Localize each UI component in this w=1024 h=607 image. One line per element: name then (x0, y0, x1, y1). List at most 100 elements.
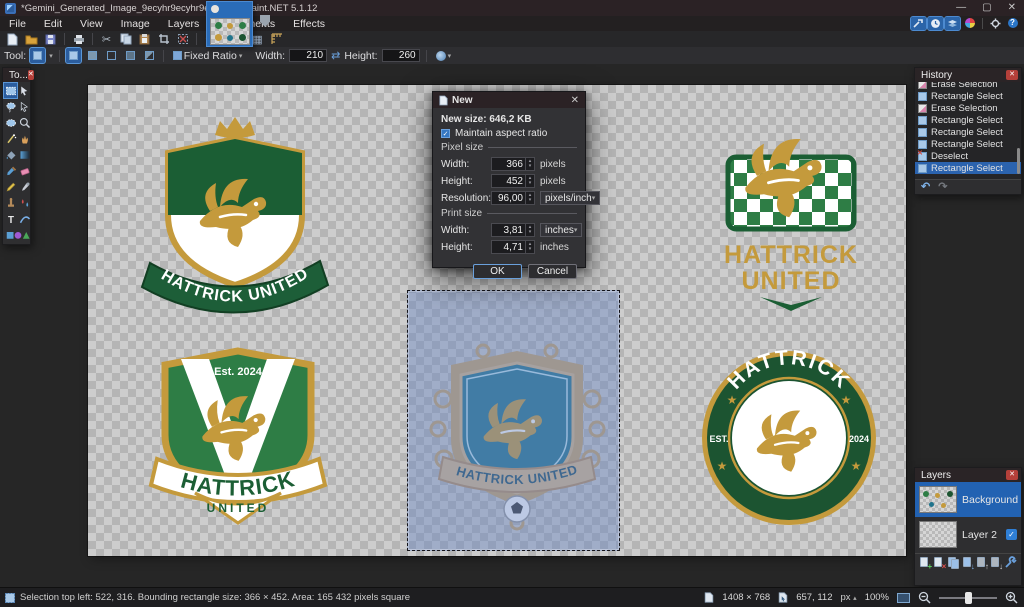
tool-dropdown-caret[interactable]: ▾ (49, 52, 53, 60)
menu-effects[interactable]: Effects (284, 17, 334, 31)
history-item[interactable]: Rectangle Select (915, 114, 1021, 126)
image-tab[interactable] (206, 1, 253, 47)
tools-panel-close-button[interactable]: ✕ (28, 70, 34, 80)
history-panel-header[interactable]: History ✕ (915, 68, 1021, 82)
history-scrollbar[interactable] (1017, 148, 1020, 174)
antialiasing-selector[interactable]: ▾ (433, 48, 455, 63)
history-item[interactable]: Erase Selection (915, 82, 1021, 90)
spinner-arrows[interactable]: ▴▾ (525, 241, 534, 253)
menu-file[interactable]: File (0, 17, 35, 31)
copy-button[interactable] (118, 32, 133, 46)
zoom-out-icon[interactable] (918, 591, 931, 604)
print-width-input[interactable]: 3,81▴▾ (491, 223, 535, 237)
print-height-input[interactable]: 4,71▴▾ (491, 240, 535, 254)
layer-row-background[interactable]: Background ✓ (915, 482, 1021, 517)
history-panel-toggle[interactable] (928, 17, 943, 30)
tool-shapes[interactable] (4, 227, 31, 242)
print-width-unit-dropdown[interactable]: inches▾ (540, 223, 582, 237)
duplicate-layer-button[interactable] (947, 556, 958, 569)
spinner-arrows[interactable]: ▴▾ (525, 192, 534, 204)
tool-color-picker[interactable] (18, 179, 31, 194)
delete-layer-button[interactable]: × (933, 556, 944, 569)
layers-panel-header[interactable]: Layers ✕ (915, 468, 1021, 482)
cancel-button[interactable]: Cancel (528, 264, 577, 279)
tool-recolor[interactable] (18, 195, 31, 210)
tool-pencil[interactable] (4, 179, 17, 194)
merge-layer-down-button[interactable]: ↓ (962, 556, 973, 569)
tool-clone-stamp[interactable] (4, 195, 17, 210)
selection-mode-add[interactable] (85, 48, 100, 63)
swap-dimensions-icon[interactable]: ⇄ (331, 49, 340, 62)
tool-eraser[interactable] (18, 163, 31, 178)
open-file-button[interactable] (24, 32, 39, 46)
move-layer-down-button[interactable]: ↓ (990, 556, 1001, 569)
dialog-close-button[interactable]: ✕ (571, 95, 579, 106)
print-button[interactable] (71, 32, 86, 46)
pixel-width-input[interactable]: 366▴▾ (491, 157, 535, 171)
units-dropdown[interactable]: px ▴ (840, 592, 856, 603)
history-panel-close-button[interactable]: ✕ (1006, 70, 1018, 80)
tool-move-selection[interactable] (18, 99, 31, 114)
history-item[interactable]: Rectangle Select (915, 90, 1021, 102)
selection-mode-intersect[interactable] (123, 48, 138, 63)
active-tool-button[interactable] (30, 48, 45, 63)
history-undo-button[interactable]: ↶ (921, 180, 930, 193)
settings-button[interactable] (988, 17, 1003, 30)
image-tab-close-icon[interactable] (211, 5, 219, 13)
ratio-height-input[interactable]: 260 (382, 49, 420, 62)
add-layer-button[interactable]: + (919, 556, 930, 569)
minimize-button[interactable]: — (956, 1, 966, 15)
zoom-slider-thumb[interactable] (965, 592, 972, 604)
colors-panel-toggle[interactable] (962, 17, 977, 30)
selection-mode-replace[interactable] (66, 48, 81, 63)
history-redo-button[interactable]: ↷ (938, 180, 947, 193)
tool-zoom[interactable] (18, 115, 31, 130)
layer-visibility-checkbox[interactable]: ✓ (1006, 529, 1017, 540)
maintain-aspect-checkbox[interactable]: ✓ (441, 129, 450, 138)
layer-row-layer2[interactable]: Layer 2 ✓ (915, 517, 1021, 552)
tool-lasso-select[interactable] (4, 99, 17, 114)
menu-layers[interactable]: Layers (159, 17, 209, 31)
tools-panel-toggle[interactable] (911, 17, 926, 30)
tool-gradient[interactable] (18, 147, 31, 162)
selection-mode-subtract[interactable] (104, 48, 119, 63)
tool-magic-wand[interactable] (4, 131, 17, 146)
selection-mode-invert[interactable] (142, 48, 157, 63)
resolution-input[interactable]: 96,00▴▾ (491, 191, 535, 205)
tool-paint-bucket[interactable] (4, 147, 17, 162)
tools-panel-header[interactable]: To... ✕ (3, 68, 30, 82)
new-file-button[interactable] (5, 32, 20, 46)
history-item[interactable]: Rectangle Select (915, 138, 1021, 150)
spinner-arrows[interactable]: ▴▾ (525, 224, 534, 236)
selection-region[interactable] (407, 290, 620, 551)
zoom-in-icon[interactable] (1005, 591, 1018, 604)
tool-rectangle-select[interactable] (4, 83, 17, 98)
resolution-unit-dropdown[interactable]: pixels/inch▾ (540, 191, 600, 205)
history-item[interactable]: Deselect (915, 150, 1021, 162)
ok-button[interactable]: OK (473, 264, 522, 279)
history-item[interactable]: Erase Selection (915, 102, 1021, 114)
close-button[interactable]: ✕ (1008, 1, 1016, 15)
ratio-mode-dropdown[interactable]: Fixed Ratio ▾ (170, 48, 246, 63)
menu-view[interactable]: View (71, 17, 112, 31)
zoom-slider[interactable] (939, 597, 997, 599)
tool-line-curve[interactable] (18, 211, 31, 226)
spinner-arrows[interactable]: ▴▾ (525, 175, 534, 187)
layers-panel-close-button[interactable]: ✕ (1006, 470, 1018, 480)
menu-edit[interactable]: Edit (35, 17, 71, 31)
tool-pan[interactable] (18, 131, 31, 146)
dialog-titlebar[interactable]: New ✕ (433, 92, 585, 108)
history-item-selected[interactable]: Rectangle Select (915, 162, 1021, 174)
maximize-button[interactable]: ▢ (982, 1, 991, 15)
history-item[interactable]: Rectangle Select (915, 126, 1021, 138)
deselect-button[interactable] (175, 32, 190, 46)
layers-panel-toggle[interactable] (945, 17, 960, 30)
move-layer-up-button[interactable]: ↑ (976, 556, 987, 569)
cut-button[interactable]: ✂ (99, 32, 114, 46)
tool-ellipse-select[interactable] (4, 115, 17, 130)
ruler-toggle-button[interactable] (269, 32, 284, 46)
tool-paintbrush[interactable] (4, 163, 17, 178)
ratio-width-input[interactable]: 210 (289, 49, 327, 62)
tool-move-selected-pixels[interactable] (18, 83, 31, 98)
crop-button[interactable] (156, 32, 171, 46)
